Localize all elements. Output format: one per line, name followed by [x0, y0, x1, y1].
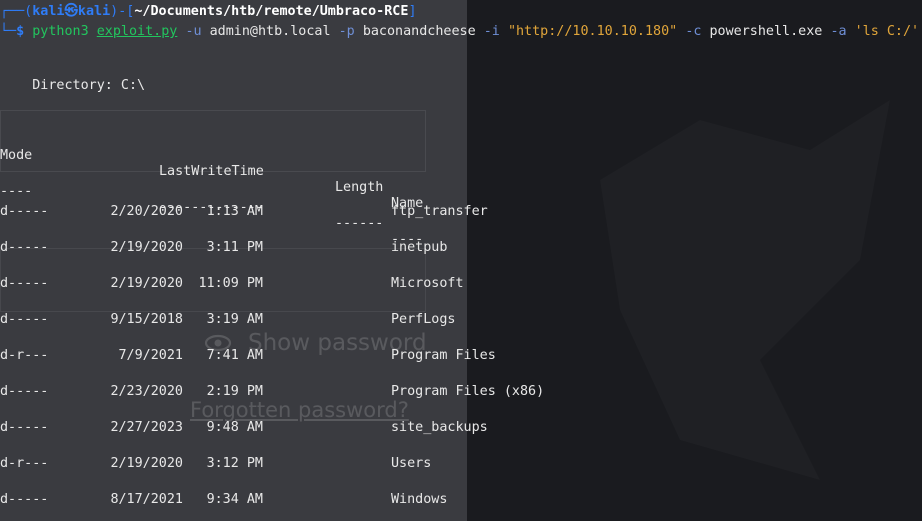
row-mode: d-r--- — [0, 348, 49, 363]
command-line[interactable]: └─$ python3 exploit.py -u admin@htb.loca… — [0, 24, 919, 40]
command-flag-p: -p — [338, 24, 355, 39]
row-name: Program Files — [391, 348, 496, 363]
row-date: 2/19/2020 — [110, 456, 183, 471]
row-date: 8/17/2021 — [110, 492, 183, 507]
row-name: ftp_transfer — [391, 204, 488, 219]
row-mode: d----- — [0, 312, 49, 327]
prompt-bracket-close: ] — [408, 4, 417, 19]
underline-length: ------ — [335, 216, 384, 231]
row-mode: d----- — [0, 276, 49, 291]
header-mode: Mode — [0, 148, 33, 163]
row-name: site_backups — [391, 420, 488, 435]
background-wallpaper-shape — [560, 60, 920, 520]
underline-mode: ---- — [0, 184, 33, 199]
row-time: 9:34 AM — [206, 492, 263, 507]
row-date: 7/9/2021 — [118, 348, 184, 363]
command-password-value: baconandcheese — [362, 24, 476, 39]
prompt-corner-top: ┌──( — [0, 4, 33, 19]
row-time: 11:09 PM — [198, 276, 264, 291]
row-name: PerfLogs — [391, 312, 456, 327]
row-date: 2/20/2020 — [110, 204, 183, 219]
command-user-value: admin@htb.local — [209, 24, 331, 39]
row-name: inetpub — [391, 240, 448, 255]
row-mode: d----- — [0, 420, 49, 435]
command-flag-u: -u — [185, 24, 202, 39]
prompt-cwd: ~/Documents/htb/remote/Umbraco-RCE — [134, 4, 409, 19]
row-mode: d----- — [0, 492, 49, 507]
row-time: 2:19 PM — [206, 384, 263, 399]
prompt-bracket-mid: )-[ — [110, 4, 135, 19]
row-mode: d----- — [0, 384, 49, 399]
row-time: 3:11 PM — [206, 240, 263, 255]
row-mode: d----- — [0, 240, 49, 255]
row-time: 9:48 AM — [206, 420, 263, 435]
command-flag-c: -c — [685, 24, 702, 39]
directory-label: Directory: C:\ — [0, 78, 146, 93]
command-flag-i: -i — [483, 24, 500, 39]
command-url-value: "http://10.10.10.180" — [507, 24, 678, 39]
command-script: exploit.py — [96, 24, 178, 39]
prompt-host: kali — [77, 4, 111, 19]
row-mode: d-r--- — [0, 456, 49, 471]
row-time: 7:41 AM — [206, 348, 263, 363]
command-interpreter: python3 — [32, 24, 89, 39]
row-name: Program Files (x86) — [391, 384, 545, 399]
prompt-at-symbol: ㉿ — [64, 4, 78, 19]
prompt-user: kali — [32, 4, 65, 19]
command-cmd-value: powershell.exe — [709, 24, 823, 39]
prompt-line: ┌──(kali㉿kali)-[~/Documents/htb/remote/U… — [0, 4, 417, 20]
row-date: 2/27/2023 — [110, 420, 183, 435]
row-name: Windows — [391, 492, 448, 507]
background-forgotten-password-link: Forgotten password? — [190, 398, 409, 422]
row-name: Users — [391, 456, 432, 471]
row-mode: d----- — [0, 204, 49, 219]
prompt-dollar: $ — [16, 24, 25, 39]
row-time: 1:13 AM — [206, 204, 263, 219]
row-time: 3:12 PM — [206, 456, 263, 471]
prompt-corner-bottom: └─ — [0, 24, 17, 39]
row-date: 2/19/2020 — [110, 276, 183, 291]
row-name: Microsoft — [391, 276, 464, 291]
row-time: 3:19 AM — [206, 312, 263, 327]
command-arg-value: 'ls C:/' — [854, 24, 920, 39]
row-date: 2/19/2020 — [110, 240, 183, 255]
row-date: 2/23/2020 — [110, 384, 183, 399]
command-flag-a: -a — [830, 24, 847, 39]
row-date: 9/15/2018 — [110, 312, 183, 327]
